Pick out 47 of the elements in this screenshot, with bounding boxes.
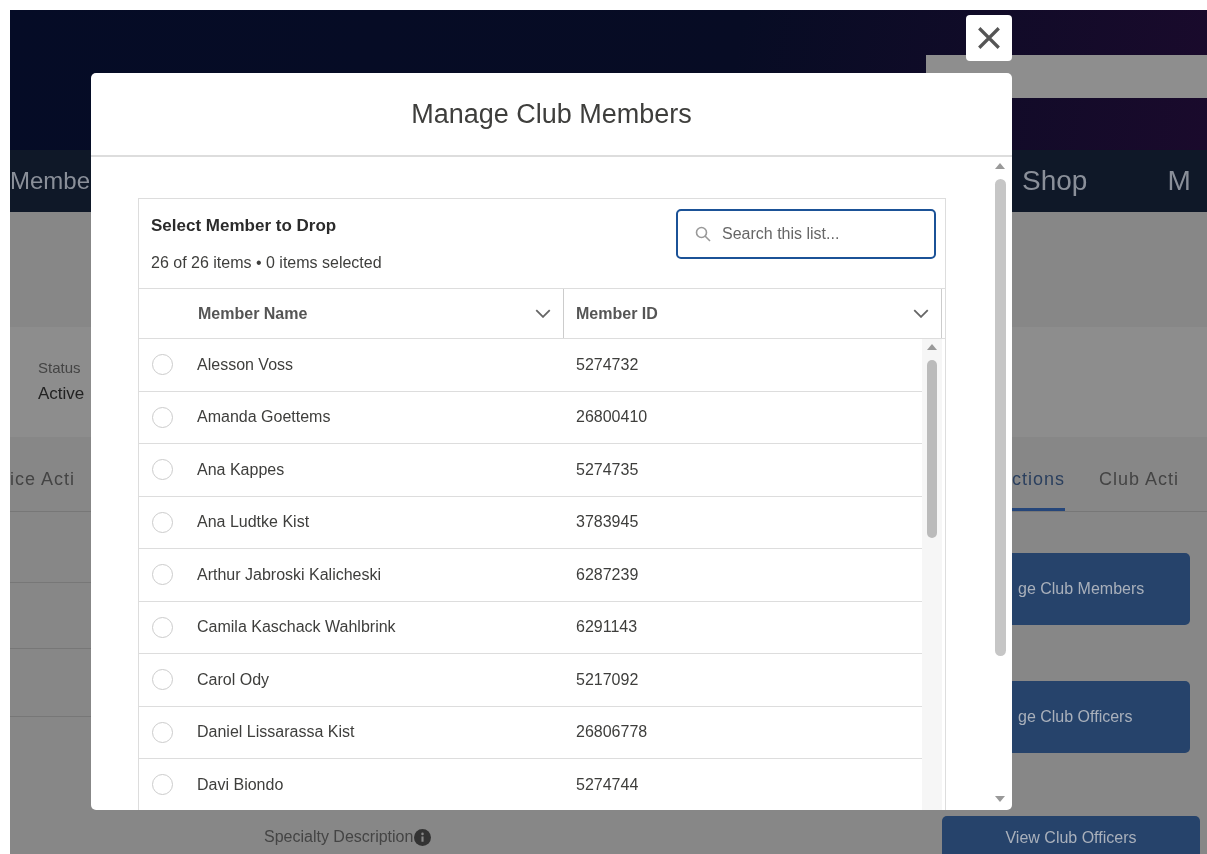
search-field[interactable]: Search this list... [676, 209, 936, 259]
modal-title: Manage Club Members [411, 98, 692, 130]
chevron-down-icon[interactable] [913, 309, 929, 318]
table-cell-text: Ana Kappes [196, 460, 286, 479]
scrollbar-thumb[interactable] [994, 179, 1006, 656]
column-header[interactable]: Member Name [186, 289, 564, 338]
table-cell-text: Carol Ody [196, 670, 271, 689]
column-header[interactable]: Member ID [564, 289, 942, 338]
table-cell-text: 26806778 [575, 723, 648, 742]
action-button[interactable]: ge Club Members [1012, 553, 1190, 625]
tab[interactable]: Club Acti [1099, 450, 1180, 511]
tab[interactable]: ice Acti [10, 450, 76, 511]
table-cell-text: 6291143 [575, 618, 638, 637]
info-icon[interactable] [414, 829, 432, 846]
scroll-down-icon[interactable] [995, 796, 1005, 802]
table-cell-text: Camila Kaschack Wahlbrink [196, 618, 397, 637]
item-count: 26 of 26 items • 0 items selected [151, 254, 382, 272]
chevron-down-icon[interactable] [535, 309, 551, 318]
table-cell-text: 6287239 [575, 565, 639, 584]
table-cell-text: Alesson Voss [196, 355, 295, 374]
close-button[interactable] [966, 15, 1012, 61]
table-cell-text: 26800410 [575, 408, 648, 427]
field-value: Active [38, 384, 86, 404]
scrollbar-thumb[interactable] [927, 360, 937, 538]
scroll-up-icon[interactable] [927, 344, 937, 350]
field-label: Status [38, 359, 82, 376]
search-icon [695, 226, 711, 242]
nav-item[interactable]: Membe [10, 167, 91, 195]
table-cell-text: 5274744 [575, 775, 639, 794]
table-cell-text: Daniel Lissarassa Kist [196, 723, 356, 742]
nav-item[interactable]: M [1167, 165, 1191, 197]
action-button[interactable]: ge Club Officers [1012, 681, 1190, 753]
table-cell-text: Amanda Goettems [196, 408, 332, 427]
table-cell-text: Ana Ludtke Kist [196, 513, 311, 532]
scrollbar[interactable] [922, 339, 942, 810]
nav-item[interactable]: Shop [1022, 165, 1088, 197]
list-title: Select Member to Drop [151, 216, 338, 236]
table-cell-text: 5274732 [575, 355, 639, 374]
scroll-up-icon[interactable] [995, 163, 1005, 169]
table-cell-text: Arthur Jabroski Kalicheski [196, 565, 383, 584]
table-cell-text: 5217092 [575, 670, 639, 689]
action-button[interactable]: View Club Officers [942, 816, 1200, 854]
table-cell-text: 3783945 [575, 513, 639, 532]
table-cell-text: Davi Biondo [196, 775, 285, 794]
table-cell-text: 5274735 [575, 460, 639, 479]
field-label: Specialty Description [264, 828, 414, 847]
close-icon [976, 25, 1002, 51]
